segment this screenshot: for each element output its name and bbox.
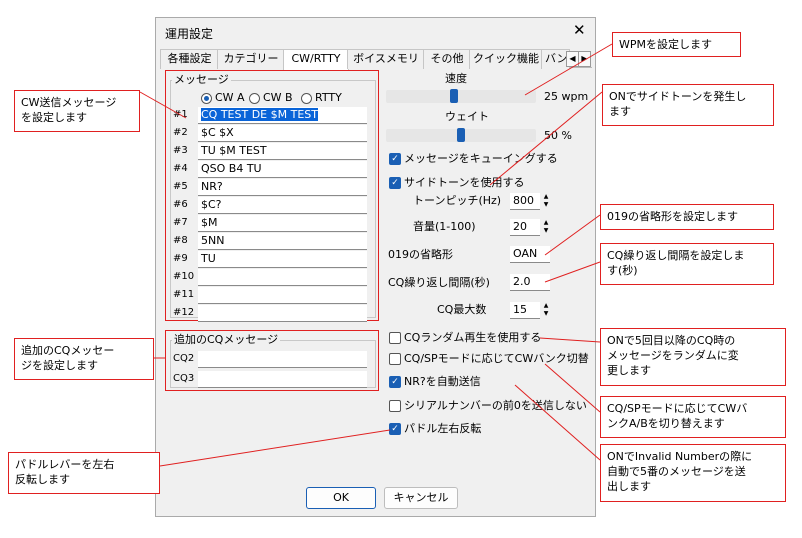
connector-cq-interval <box>544 261 601 283</box>
callout-extra-cq: 追加のCQメッセー ジを設定します <box>14 338 154 380</box>
callout-wpm: WPMを設定します <box>612 32 741 57</box>
callout-cw-msg: CW送信メッセージ を設定します <box>14 90 140 132</box>
callout-cq-interval: CQ繰り返し間隔を設定しま す(秒) <box>600 243 774 285</box>
callout-sidetone: ONでサイドトーンを発生し ます <box>602 84 774 126</box>
connector-cq-sp <box>544 363 601 413</box>
callout-abbrev: 019の省略形を設定します <box>600 204 774 230</box>
connector-paddle <box>159 429 391 467</box>
connector-wpm <box>524 43 613 96</box>
connector-nr-auto <box>514 384 601 461</box>
connector-abbrev <box>544 214 601 256</box>
connector-sidetone <box>489 91 603 186</box>
callout-cq-random: ONで5回目以降のCQ時の メッセージをランダムに変 更します <box>600 328 786 386</box>
connector-cq-random <box>539 337 601 343</box>
callout-nr-auto: ONでInvalid Numberの際に 自動で5番のメッセージを送 出します <box>600 444 786 502</box>
connector-cw-msg <box>139 91 187 119</box>
callout-cq-sp: CQ/SPモードに応じてCWバ ンクA/Bを切り替えます <box>600 396 786 438</box>
callout-paddle: パドルレバーを左右 反転します <box>8 452 160 494</box>
